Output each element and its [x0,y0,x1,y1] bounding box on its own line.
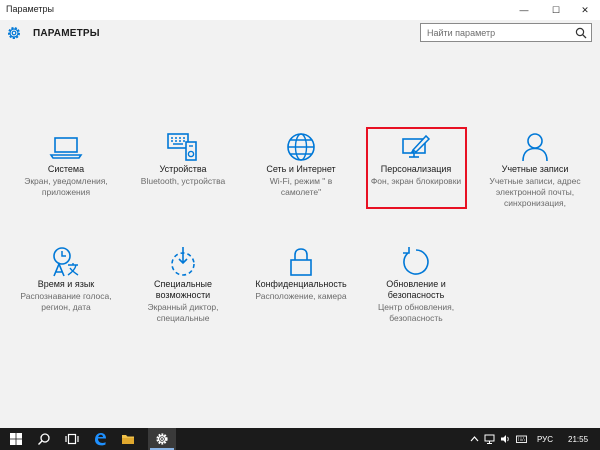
update-icon [403,247,429,275]
time-language-icon [53,247,79,277]
search-icon[interactable] [575,27,587,39]
search-icon [38,433,50,445]
tile-network[interactable]: Сеть и Интернет Wi-Fi, режим " в самолет… [249,130,353,198]
taskbar: РУС 21:55 [0,428,600,450]
tile-name: Время и язык [37,279,95,289]
highlight-frame [366,127,467,209]
tile-name: Сеть и Интернет [266,164,336,174]
search-input[interactable]: Найти параметр [420,23,592,42]
tile-description: Экранный диктор, специальные [147,302,219,323]
settings-gear-icon [8,27,20,39]
search-taskbar-button[interactable] [30,428,58,450]
tile-devices[interactable]: Устройства Bluetooth, устройства [131,130,235,187]
tile-accounts[interactable]: Учетные записи Учетные записи, адрес эле… [483,130,587,209]
tile-description: Расположение, камера [255,291,347,301]
person-icon [522,133,548,162]
tile-name: Конфиденциальность [255,279,347,289]
tile-name: Специальные возможности [154,279,212,300]
clock[interactable]: 21:55 [568,435,588,444]
task-view-button[interactable] [58,428,86,450]
settings-window: Параметры — ☐ ✕ ПАРАМЕТРЫ Найти параметр… [0,0,600,428]
tile-name: Устройства [159,164,207,174]
devices-icon [167,133,197,161]
chevron-up-icon[interactable] [470,435,479,443]
tile-name: Обновление и безопасность [386,279,446,300]
laptop-icon [49,137,83,159]
tile-description: Распознавание голоса, регион, дата [20,291,112,312]
tile-description: Wi-Fi, режим " в самолете" [269,176,333,197]
edge-browser-icon [95,433,106,446]
globe-icon [287,133,315,161]
task-view-icon [65,433,79,445]
network-icon[interactable] [484,434,495,444]
maximize-button[interactable]: ☐ [541,0,571,20]
settings-taskbar-button[interactable] [148,428,176,450]
gear-icon [156,433,168,445]
file-explorer-button[interactable] [114,428,142,450]
window-title: Параметры [6,4,54,14]
tile-time-language[interactable]: Время и язык Распознавание голоса, регио… [14,245,118,313]
windows-logo-icon [10,433,22,445]
minimize-button[interactable]: — [509,0,539,20]
tile-update-security[interactable]: Обновление и безопасность Центр обновлен… [364,245,468,324]
tile-name: Учетные записи [501,164,569,174]
tile-description: Экран, уведомления, приложения [24,176,108,197]
input-language[interactable]: РУС [537,435,553,444]
folder-icon [122,435,134,444]
volume-icon[interactable] [500,434,511,444]
start-button[interactable] [2,428,30,450]
tile-description: Центр обновления, безопасность [377,302,455,323]
close-button[interactable]: ✕ [570,0,600,20]
system-tray: РУС 21:55 [470,428,600,450]
tile-description: Bluetooth, устройства [140,176,226,186]
tile-description: Учетные записи, адрес электронной почты,… [489,176,581,208]
tile-system[interactable]: Система Экран, уведомления, приложения [14,130,118,198]
tile-privacy[interactable]: Конфиденциальность Расположение, камера [249,245,353,302]
lock-icon [290,248,312,276]
tile-name: Система [47,164,85,174]
tile-ease-of-access[interactable]: Специальные возможности Экранный диктор,… [131,245,235,324]
page-title: ПАРАМЕТРЫ [33,28,100,39]
keyboard-icon[interactable] [516,434,527,444]
ease-of-access-icon [171,247,195,276]
title-bar: Параметры — ☐ ✕ [0,0,600,20]
edge-button[interactable] [86,428,114,450]
search-placeholder: Найти параметр [427,28,496,38]
